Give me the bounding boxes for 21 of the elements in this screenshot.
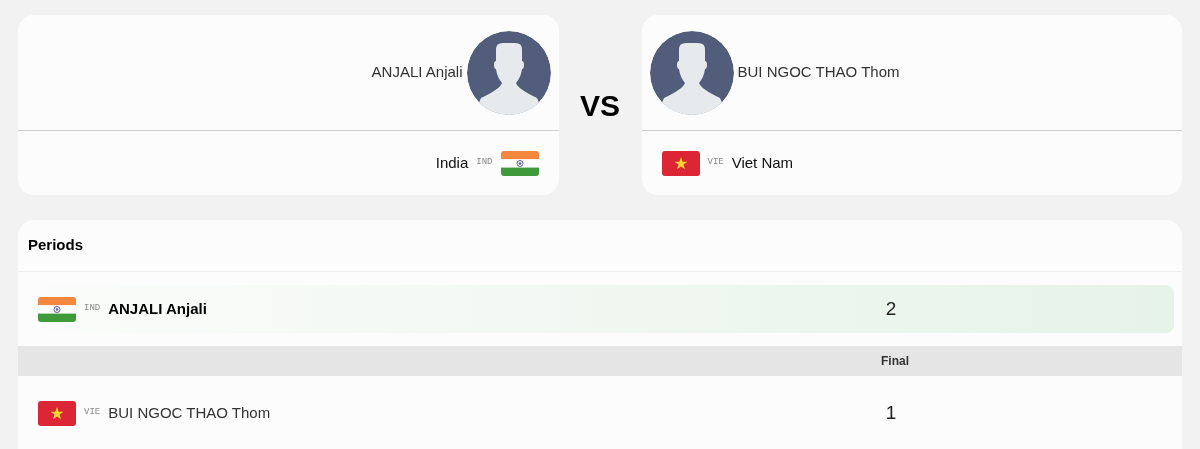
versus-label: VS <box>579 87 621 124</box>
score: 1 <box>884 400 898 425</box>
country-code: VIE <box>84 406 101 420</box>
country-name: India <box>435 152 469 173</box>
column-header: Final <box>880 353 910 370</box>
section-title: Periods <box>28 235 84 256</box>
flag-icon <box>500 150 539 176</box>
country-name: Viet Nam <box>731 152 794 173</box>
avatar-icon <box>649 30 734 115</box>
athlete-name: ANJALI Anjali <box>108 298 207 319</box>
country-code: IND <box>476 156 493 170</box>
avatar-icon <box>466 30 551 115</box>
athlete-name: BUI NGOC THAO Thom <box>737 62 900 83</box>
country-code: VIE <box>707 156 724 170</box>
flag-icon <box>661 150 700 176</box>
country-code: IND <box>84 302 101 316</box>
athlete-name: ANJALI Anjali <box>371 62 463 83</box>
flag-icon <box>38 400 76 426</box>
flag-icon <box>38 296 76 322</box>
athlete-name: BUI NGOC THAO Thom <box>108 402 271 423</box>
score: 2 <box>884 296 898 321</box>
